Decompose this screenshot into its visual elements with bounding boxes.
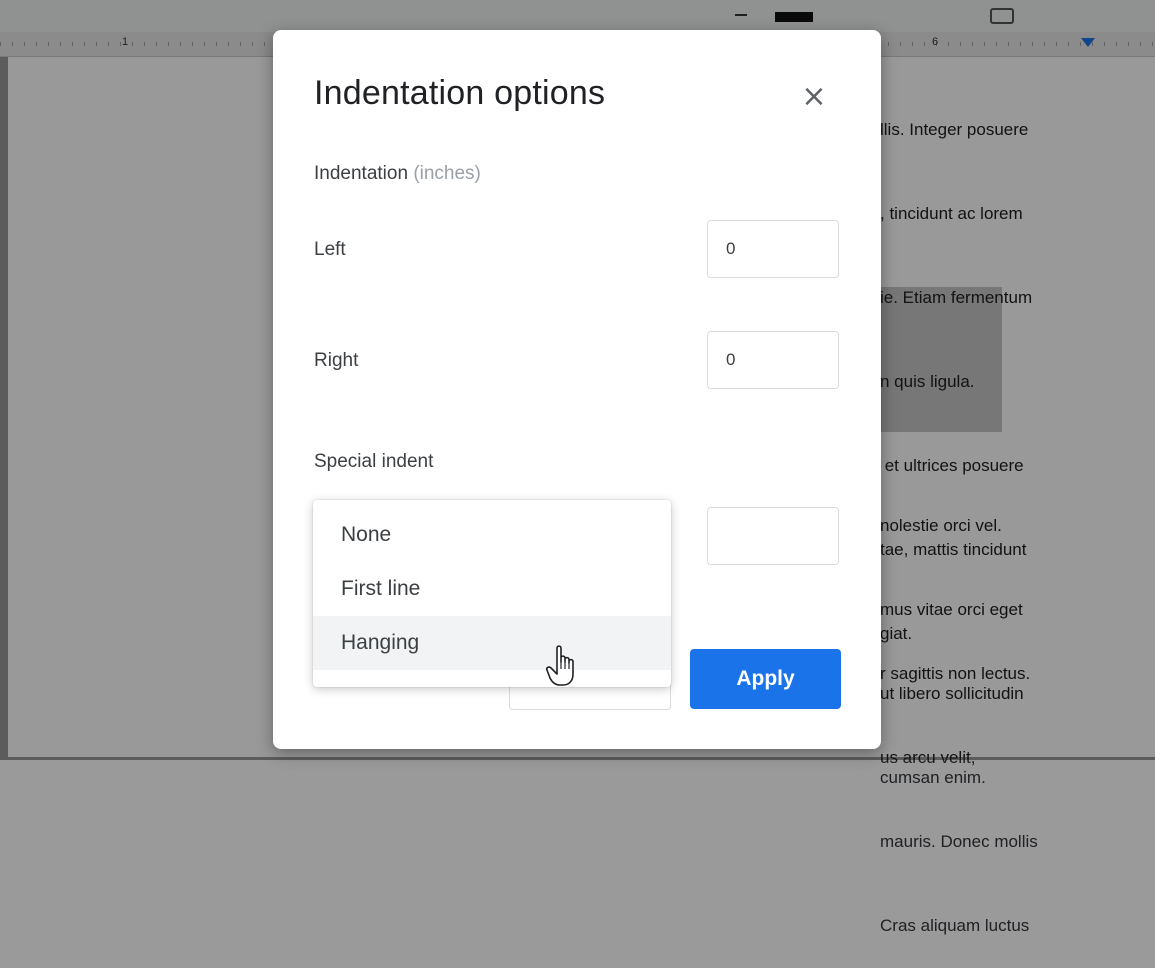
left-label: Left	[314, 239, 346, 260]
indentation-options-dialog: Indentation options × Indentation (inche…	[273, 30, 881, 749]
doc-line: mauris. Donec mollis	[880, 832, 1038, 851]
doc-line: Cras aliquam luctus	[880, 916, 1030, 935]
special-indent-dropdown: None First line Hanging	[313, 500, 671, 687]
dropdown-option-none[interactable]: None	[313, 508, 671, 562]
apply-button[interactable]: Apply	[690, 649, 841, 709]
indentation-section-label: Indentation (inches)	[314, 163, 481, 185]
dropdown-option-first-line[interactable]: First line	[313, 562, 671, 616]
dropdown-list: None First line Hanging	[313, 500, 671, 670]
dialog-title: Indentation options	[314, 74, 606, 112]
section-unit-text: (inches)	[413, 163, 481, 184]
left-indent-input[interactable]	[707, 220, 839, 278]
dropdown-option-hanging[interactable]: Hanging	[313, 616, 671, 670]
special-indent-input[interactable]	[707, 507, 839, 565]
close-icon: ×	[801, 79, 827, 114]
right-label: Right	[314, 350, 359, 371]
close-button[interactable]: ×	[795, 78, 833, 116]
right-indent-input[interactable]	[707, 331, 839, 389]
special-indent-label: Special indent	[314, 451, 434, 472]
section-label-text: Indentation	[314, 163, 409, 184]
hand-pointer-icon	[546, 645, 574, 686]
